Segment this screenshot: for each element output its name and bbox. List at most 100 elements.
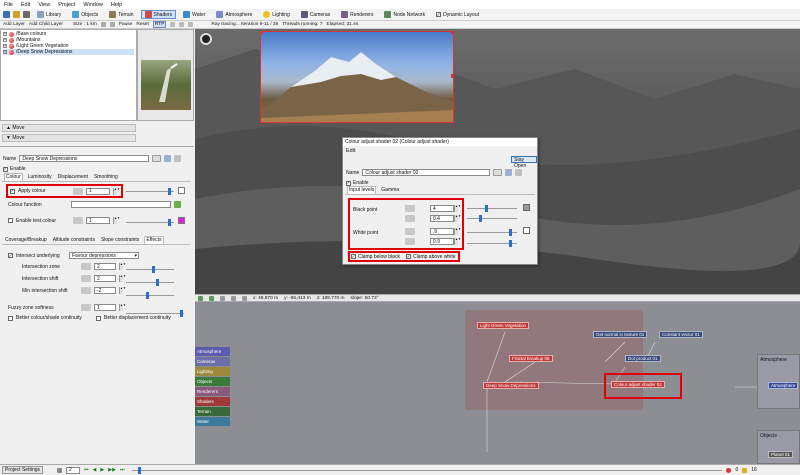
tab-altitude-constraints[interactable]: Altitude constraints <box>52 237 96 244</box>
min-intersection-shift-slider[interactable] <box>126 292 174 299</box>
menu-edit[interactable]: Edit <box>21 2 30 8</box>
white-b-spinner[interactable]: ▲▼ <box>454 238 461 245</box>
toolbar-atmosphere[interactable]: Atmosphere <box>212 10 256 19</box>
menu-file[interactable]: File <box>4 2 13 8</box>
intersection-shift-spinner[interactable]: ▲▼ <box>119 275 126 282</box>
add-function-icon[interactable] <box>174 201 181 208</box>
toolbar-cameras[interactable]: Cameras <box>297 10 334 19</box>
shader-name-input[interactable]: Deep Snow Depressions <box>19 155 150 162</box>
expand-icon[interactable]: + <box>3 32 7 36</box>
shader-link-icon[interactable] <box>164 155 172 162</box>
black-a-slider[interactable] <box>467 205 517 212</box>
folder-icon[interactable] <box>13 11 20 18</box>
black-point-a-input[interactable]: 4 <box>430 205 454 212</box>
apply-colour-spinner[interactable]: ▲▼ <box>113 187 120 195</box>
white-point-swatch[interactable] <box>523 227 530 234</box>
white-a-menu-icon[interactable] <box>405 228 415 235</box>
crop-icon[interactable] <box>179 22 185 27</box>
dialog-edit-menu[interactable]: Edit <box>346 148 355 154</box>
slider-thumb[interactable] <box>146 292 149 299</box>
category-lighting[interactable]: Lighting <box>195 367 230 376</box>
rewind-icon[interactable]: ⏮ <box>84 467 89 473</box>
render-preview-region[interactable] <box>260 31 454 123</box>
apply-colour-menu-icon[interactable] <box>73 187 83 195</box>
category-shaders[interactable]: Shaders <box>195 397 230 406</box>
dialog-menu-icon[interactable] <box>493 169 503 176</box>
add-layer-button[interactable]: Add Layer <box>3 22 25 27</box>
move-up-button[interactable]: ▲ Move <box>2 124 136 132</box>
menu-window[interactable]: Window <box>83 2 103 8</box>
black-b-slider[interactable] <box>467 215 517 222</box>
intersection-shift-input[interactable]: 2 <box>94 275 116 282</box>
tab-gamma[interactable]: Gamma <box>380 187 400 194</box>
dialog-link-icon[interactable] <box>505 169 513 176</box>
slider-thumb[interactable] <box>509 229 512 236</box>
slider-thumb[interactable] <box>485 205 488 212</box>
timeline-slider[interactable] <box>132 466 723 474</box>
black-a-spinner[interactable]: ▲▼ <box>454 205 461 212</box>
node-atmosphere[interactable]: Atmosphere <box>768 382 799 389</box>
project-settings-button[interactable]: Project Settings <box>2 466 44 474</box>
toolbar-water[interactable]: Water <box>179 10 209 19</box>
render-options-icon[interactable] <box>109 22 115 27</box>
add-child-layer-button[interactable]: Add Child Layer <box>29 22 63 27</box>
grid-icon[interactable] <box>198 295 203 301</box>
apply-colour-swatch[interactable] <box>178 187 185 194</box>
view-options-icon[interactable] <box>100 22 106 27</box>
white-point-b-input[interactable]: 0.9 <box>430 238 454 245</box>
zoom-icon[interactable] <box>220 295 225 301</box>
test-colour-slider[interactable] <box>126 219 174 226</box>
slider-thumb[interactable] <box>168 188 171 195</box>
slider-thumb[interactable] <box>509 240 512 247</box>
toolbar-renderers[interactable]: Renderers <box>337 10 377 19</box>
test-colour-spinner[interactable]: ▲▼ <box>113 217 120 224</box>
timeline-icon[interactable] <box>57 467 63 473</box>
fuzzy-zone-slider[interactable] <box>126 310 184 317</box>
min-intersection-shift-menu-icon[interactable] <box>81 287 91 294</box>
tab-input-levels[interactable]: Input levels <box>347 186 377 194</box>
tab-slope-constraints[interactable]: Slope constraints <box>100 237 140 244</box>
fuzzy-zone-menu-icon[interactable] <box>81 304 91 311</box>
node-deep-snow-depressions[interactable]: Deep Snow Depressions <box>483 382 539 389</box>
menu-help[interactable]: Help <box>111 2 122 8</box>
colour-function-input[interactable] <box>71 201 171 208</box>
intersection-zone-menu-icon[interactable] <box>81 263 91 270</box>
test-colour-swatch[interactable] <box>178 217 185 224</box>
slider-thumb[interactable] <box>156 279 159 286</box>
min-intersection-shift-input[interactable]: -2 <box>94 287 116 294</box>
node-colour-adjust-shader[interactable]: Colour adjust shader 02 <box>611 381 665 388</box>
toolbar-library[interactable]: Library <box>33 10 65 19</box>
tab-effects[interactable]: Effects <box>144 236 164 244</box>
enable-checkbox[interactable]: ✓ <box>3 166 8 172</box>
intersection-zone-slider[interactable] <box>126 266 174 273</box>
category-renderers[interactable]: Renderers <box>195 387 230 396</box>
slider-thumb[interactable] <box>138 466 142 474</box>
black-b-spinner[interactable]: ▲▼ <box>454 215 461 222</box>
dialog-help-icon[interactable] <box>515 169 523 176</box>
expand-icon[interactable]: + <box>3 38 7 42</box>
white-b-slider[interactable] <box>467 240 517 247</box>
category-objects[interactable]: Objects <box>195 377 230 386</box>
fuzzy-zone-input[interactable]: 1 <box>94 304 116 311</box>
move-down-button[interactable]: ▼ Move <box>2 134 136 142</box>
better-shade-checkbox[interactable] <box>8 315 13 321</box>
dynamic-layout-checkbox[interactable]: ✓ <box>436 12 442 17</box>
pan-icon[interactable] <box>231 295 236 301</box>
shader-menu-icon[interactable] <box>152 155 162 162</box>
node-dot-product[interactable]: Dot product 01 <box>625 355 661 362</box>
intersect-mode-select[interactable]: Favour depressions ▾ <box>69 252 139 259</box>
toolbar-lighting[interactable]: Lighting <box>259 10 294 19</box>
crop-handle[interactable] <box>261 32 263 34</box>
crop-handle[interactable] <box>451 32 453 34</box>
intersection-zone-input[interactable]: 2 <box>94 263 116 270</box>
expand-icon[interactable]: + <box>3 44 7 48</box>
expand-icon[interactable]: + <box>3 50 7 54</box>
size-select[interactable]: Size : 1 km <box>73 22 97 27</box>
white-point-a-input[interactable]: .9 <box>430 228 454 235</box>
menu-view[interactable]: View <box>38 2 50 8</box>
tree-item-deep-snow-depressions[interactable]: +/Deep Snow Depressions <box>3 49 134 55</box>
toolbar-terrain[interactable]: Terrain <box>105 10 137 19</box>
black-b-menu-icon[interactable] <box>405 215 415 222</box>
shader-help-icon[interactable] <box>174 155 182 162</box>
intersection-shift-slider[interactable] <box>126 279 174 286</box>
